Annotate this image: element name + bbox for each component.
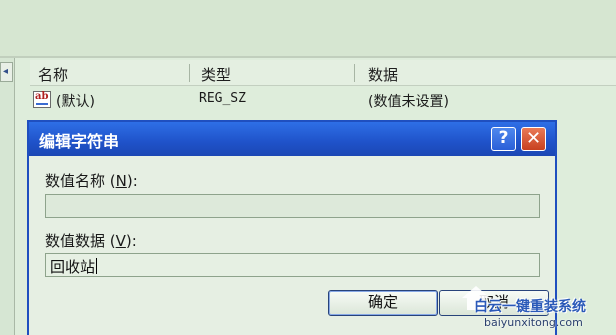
ab-string-icon: ab xyxy=(33,91,51,108)
column-header-type[interactable]: 类型 xyxy=(190,60,355,86)
dialog-title: 编辑字符串 xyxy=(39,132,120,151)
help-button[interactable]: ? xyxy=(491,127,516,151)
value-name-field[interactable] xyxy=(45,194,540,218)
watermark-text: 白云一键重装系统 xyxy=(474,299,586,315)
close-button[interactable]: ✕ xyxy=(521,127,546,151)
value-type: REG_SZ xyxy=(199,91,246,106)
caret-left-icon: ◂ xyxy=(3,66,9,77)
tree-scroll-up-button[interactable]: ◂ xyxy=(0,62,13,82)
column-header-name[interactable]: 名称 xyxy=(30,60,190,86)
value-name: (默认) xyxy=(56,94,95,110)
registry-tree-pane xyxy=(0,58,15,335)
value-data-label: 数值数据 (V): xyxy=(45,232,137,250)
column-header-data-label: 数据 xyxy=(368,66,399,84)
value-data-field[interactable]: 回收站 xyxy=(45,253,540,277)
column-header-data[interactable]: 数据 xyxy=(355,60,616,86)
watermark-url: baiyunxitong.com xyxy=(484,316,583,329)
value-data: (数值未设置) xyxy=(368,94,449,110)
value-name-label: 数值名称 (N): xyxy=(45,172,138,190)
dialog-titlebar[interactable]: 编辑字符串 ? ✕ xyxy=(29,122,555,156)
window-top-area xyxy=(0,0,616,58)
watermark: 白云一键重装系统 baiyunxitong.com xyxy=(462,286,612,332)
list-item[interactable]: ab (默认) REG_SZ (数值未设置) xyxy=(30,90,610,110)
column-header-name-label: 名称 xyxy=(38,66,69,84)
ok-button[interactable]: 确定 xyxy=(328,290,438,316)
text-caret xyxy=(96,258,98,274)
column-header-type-label: 类型 xyxy=(201,66,232,84)
